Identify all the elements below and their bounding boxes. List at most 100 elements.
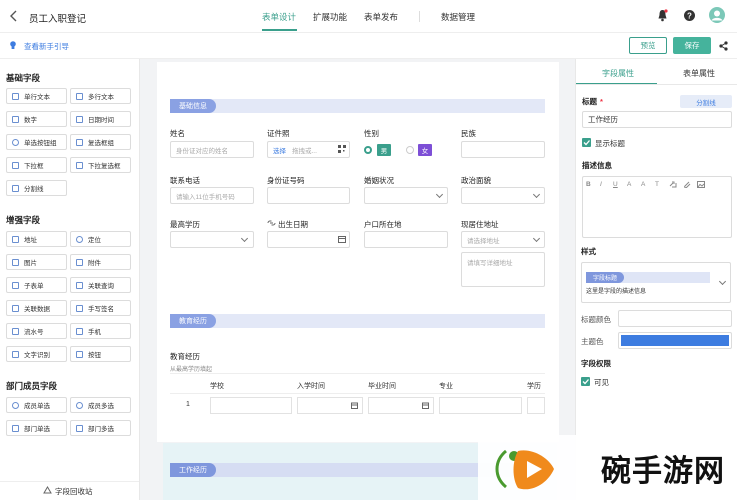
title-label: 标题 * (582, 97, 603, 106)
col-enroll-date: 入学时间 (297, 383, 325, 390)
tab-publish[interactable]: 表单发布 (364, 11, 398, 23)
major-cell[interactable] (439, 397, 522, 414)
avatar[interactable] (709, 7, 725, 23)
ethnic-input[interactable] (461, 141, 545, 158)
field-location[interactable]: 定位 (70, 231, 131, 247)
radio-female[interactable] (406, 146, 414, 154)
image-icon[interactable] (697, 181, 705, 188)
tab-form-props[interactable]: 表单属性 (683, 68, 715, 79)
title-color-picker[interactable] (618, 310, 732, 327)
field-ocr[interactable]: 文字识别 (6, 346, 67, 362)
theme-color-picker[interactable] (618, 332, 732, 349)
help-icon[interactable]: ? (684, 10, 695, 21)
calendar-icon[interactable] (351, 402, 358, 409)
style-label: 样式 (581, 247, 596, 256)
qrcode-icon[interactable] (338, 145, 346, 153)
field-divider[interactable]: 分割线 (6, 180, 67, 196)
guide-link[interactable]: 查看新手引导 (24, 41, 69, 52)
bold-tool[interactable]: B (586, 181, 591, 188)
col-grad-date: 毕业时间 (368, 383, 396, 390)
phone-input[interactable]: 请输入11位手机号码 (170, 187, 254, 204)
field-dropdown-multi[interactable]: 下拉复选框 (70, 157, 131, 173)
field-dropdown[interactable]: 下拉框 (6, 157, 67, 173)
female-tag: 女 (418, 144, 432, 156)
divider-type-button[interactable]: 分割线 (680, 95, 732, 108)
recycle-bin-link[interactable]: 字段回收站 (55, 486, 93, 497)
italic-tool[interactable]: I (600, 181, 602, 188)
show-title-checkbox[interactable] (582, 138, 591, 147)
font-size-tool[interactable]: T (655, 181, 659, 188)
field-serial-number[interactable]: 流水号 (6, 323, 67, 339)
title-input[interactable]: 工作经历 (582, 111, 732, 128)
title-color-label: 标题颜色 (581, 315, 611, 324)
hukou-label: 户口所在地 (364, 220, 402, 229)
link-icon[interactable] (669, 181, 677, 188)
calendar-icon[interactable] (338, 235, 346, 243)
phone-icon (76, 328, 83, 335)
col-degree: 学历 (527, 383, 541, 390)
section-bar (170, 99, 545, 113)
divider (170, 393, 545, 394)
tab-form-design[interactable]: 表单设计 (262, 11, 296, 23)
field-address[interactable]: 地址 (6, 231, 67, 247)
desc-label: 描述信息 (582, 161, 612, 170)
id-input[interactable] (267, 187, 350, 204)
field-signature[interactable]: 手写签名 (70, 300, 131, 316)
field-palette: 基础字段 单行文本 多行文本 数字 日期时间 单选按钮组 复选框组 下拉框 下拉… (0, 59, 140, 500)
tab-extensions[interactable]: 扩展功能 (313, 11, 347, 23)
field-subform[interactable]: 子表单 (6, 277, 67, 293)
address-detail-textarea[interactable]: 请填写详细地址 (461, 252, 545, 287)
save-button[interactable]: 保存 (673, 37, 711, 54)
degree-cell[interactable] (527, 397, 545, 414)
field-phone[interactable]: 手机 (70, 323, 131, 339)
political-select[interactable] (461, 187, 545, 204)
field-attachment[interactable]: 附件 (70, 254, 131, 270)
number-icon (12, 116, 19, 123)
theme-color-swatch (621, 335, 729, 346)
field-linked-data[interactable]: 关联数据 (6, 300, 67, 316)
visible-checkbox[interactable] (581, 377, 590, 386)
section-bar (170, 314, 545, 328)
field-linked-query[interactable]: 关联查询 (70, 277, 131, 293)
share-icon[interactable] (719, 41, 728, 51)
font-color-tool[interactable]: A (627, 181, 631, 188)
school-cell[interactable] (210, 397, 292, 414)
svg-text:?: ? (687, 11, 692, 20)
attachment-icon[interactable] (683, 181, 691, 188)
tab-field-props[interactable]: 字段属性 (602, 68, 634, 79)
notification-icon[interactable] (657, 9, 668, 22)
sub-toolbar: 查看新手引导 预览 保存 (0, 33, 737, 59)
name-label: 姓名 (170, 129, 185, 138)
section-title-work[interactable]: 工作经历 (170, 463, 216, 477)
tab-data-manage[interactable]: 数据管理 (441, 11, 475, 23)
field-image[interactable]: 图片 (6, 254, 67, 270)
marital-select[interactable] (364, 187, 448, 204)
field-dept-multi[interactable]: 部门多选 (70, 420, 131, 436)
field-member-multi[interactable]: 成员多选 (70, 397, 131, 413)
name-input[interactable]: 身份证对应的姓名 (170, 141, 254, 158)
chevron-left-icon[interactable] (9, 10, 19, 22)
field-multi-line-text[interactable]: 多行文本 (70, 88, 131, 104)
member-icon (12, 402, 19, 409)
calendar-icon[interactable] (422, 402, 429, 409)
field-datetime[interactable]: 日期时间 (70, 111, 131, 127)
marital-label: 婚姻状况 (364, 176, 394, 185)
field-number[interactable]: 数字 (6, 111, 67, 127)
checkbox-icon (76, 139, 83, 146)
hukou-input[interactable] (364, 231, 448, 248)
field-single-line-text[interactable]: 单行文本 (6, 88, 67, 104)
photo-choose[interactable]: 选择 (273, 145, 286, 155)
field-dept-single[interactable]: 部门单选 (6, 420, 67, 436)
style-preview-title: 字段标题 (586, 272, 625, 283)
group-title-enhanced: 增强字段 (6, 215, 41, 225)
field-member-single[interactable]: 成员单选 (6, 397, 67, 413)
address-select[interactable]: 请选择地址 (461, 231, 545, 248)
preview-button[interactable]: 预览 (629, 37, 667, 54)
field-radio-group[interactable]: 单选按钮组 (6, 134, 67, 150)
field-checkbox-group[interactable]: 复选框组 (70, 134, 131, 150)
bg-color-tool[interactable]: A (641, 181, 645, 188)
underline-tool[interactable]: U (613, 181, 618, 188)
radio-male[interactable] (364, 146, 372, 154)
attachment-icon (76, 259, 83, 266)
field-button[interactable]: 按钮 (70, 346, 131, 362)
